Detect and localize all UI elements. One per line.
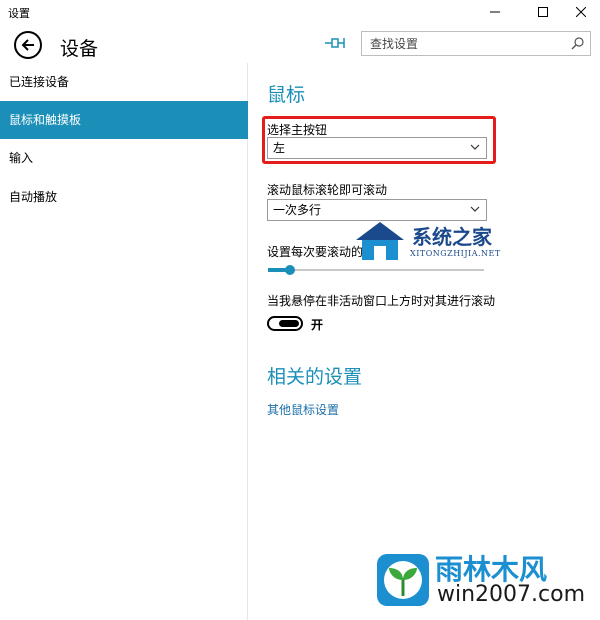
section-title-related: 相关的设置: [267, 366, 363, 388]
section-title-mouse: 鼠标: [267, 84, 306, 106]
inactive-scroll-label: 当我悬停在非活动窗口上方时对其进行滚动: [267, 294, 496, 308]
watermark-xitongzhijia: 系统之家 XITONGZHIJIA.NET: [352, 218, 532, 264]
sidebar-item-typing[interactable]: 输入: [0, 139, 248, 177]
search-box[interactable]: [361, 31, 591, 56]
lines-per-scroll-slider-track[interactable]: [268, 269, 484, 271]
minimize-icon: [490, 11, 500, 13]
lines-per-scroll-slider-thumb[interactable]: [285, 265, 295, 275]
pin-icon[interactable]: [324, 34, 346, 52]
primary-button-select[interactable]: 左: [267, 137, 487, 159]
watermark-bottom-en: win2007.com: [437, 582, 586, 607]
watermark-yulinmufeng: 雨林木风 win2007.com: [375, 548, 595, 614]
sidebar: 已连接设备 鼠标和触摸板 输入 自动播放: [0, 63, 248, 620]
inactive-scroll-toggle[interactable]: [267, 316, 303, 331]
maximize-icon: [538, 7, 548, 17]
primary-button-value: 左: [273, 141, 286, 155]
leaf-logo-icon: [377, 554, 429, 606]
back-button[interactable]: [14, 31, 42, 59]
house-logo-icon: [356, 222, 404, 260]
close-icon: [576, 7, 586, 17]
wheel-scroll-value: 一次多行: [273, 203, 322, 217]
window-title: 设置: [8, 7, 30, 20]
sidebar-item-connected-devices[interactable]: 已连接设备: [0, 63, 248, 101]
sidebar-item-mouse-touchpad[interactable]: 鼠标和触摸板: [0, 101, 248, 139]
page-title: 设备: [60, 38, 99, 60]
wheel-scroll-label: 滚动鼠标滚轮即可滚动: [267, 183, 388, 197]
chevron-down-icon: [470, 206, 480, 212]
toggle-knob: [279, 320, 299, 327]
sidebar-item-autoplay[interactable]: 自动播放: [0, 178, 248, 216]
other-mouse-settings-link[interactable]: 其他鼠标设置: [267, 401, 339, 418]
maximize-button[interactable]: [526, 0, 560, 24]
close-button[interactable]: [564, 0, 598, 24]
watermark-top-cn: 系统之家: [412, 225, 492, 249]
inactive-scroll-state: 开: [311, 318, 324, 332]
chevron-down-icon: [470, 144, 480, 150]
minimize-button[interactable]: [478, 0, 512, 24]
watermark-top-en: XITONGZHIJIA.NET: [410, 249, 501, 258]
primary-button-label: 选择主按钮: [267, 123, 328, 137]
title-bar: 设置: [0, 0, 600, 24]
search-input[interactable]: [370, 35, 566, 53]
search-icon[interactable]: [571, 37, 584, 50]
back-arrow-icon: [21, 39, 34, 51]
